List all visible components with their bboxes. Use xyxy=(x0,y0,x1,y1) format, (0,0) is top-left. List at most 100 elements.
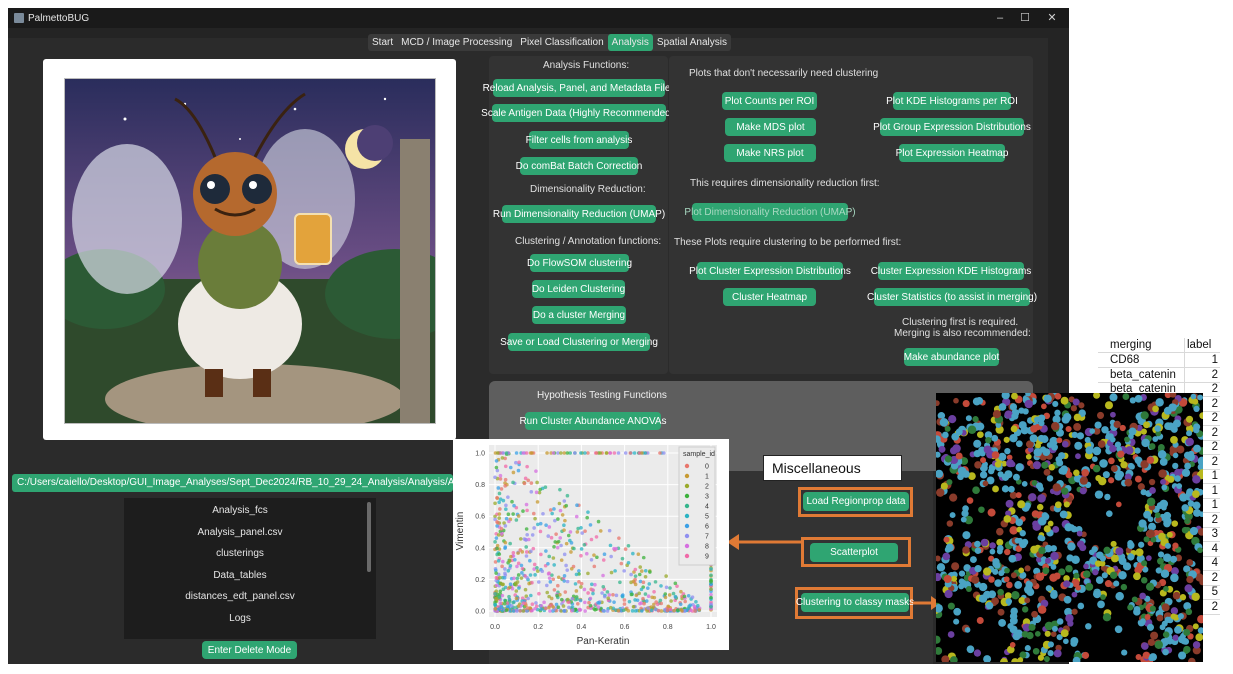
data-point xyxy=(494,465,499,470)
data-point xyxy=(616,608,621,613)
minimize-button[interactable]: – xyxy=(986,8,1014,28)
data-point xyxy=(514,589,519,593)
combat-batch-correction-button[interactable]: Do comBat Batch Correction xyxy=(516,157,642,175)
data-point xyxy=(500,582,505,587)
data-point xyxy=(498,589,503,594)
data-point xyxy=(499,527,504,531)
data-point xyxy=(621,593,625,597)
data-point xyxy=(504,451,509,455)
make-nrs-plot-button[interactable]: Make NRS plot xyxy=(724,144,816,162)
data-point xyxy=(709,567,713,571)
data-point xyxy=(551,556,556,560)
data-point xyxy=(530,580,534,585)
data-point xyxy=(673,581,678,586)
enter-delete-mode-button[interactable]: Enter Delete Mode xyxy=(202,641,297,659)
cluster-merging-button[interactable]: Do a cluster Merging xyxy=(532,306,626,324)
data-point xyxy=(646,606,650,610)
data-point xyxy=(514,460,518,465)
analysis-functions-header: Analysis Functions: xyxy=(543,60,630,71)
data-point xyxy=(589,557,594,562)
data-point xyxy=(611,592,615,597)
filter-cells-button[interactable]: Filter cells from analysis xyxy=(526,131,632,149)
reload-analysis-button[interactable]: Reload Analysis, Panel, and Metadata Fil… xyxy=(483,79,675,97)
tab-start[interactable]: Start xyxy=(368,34,397,51)
tab-mcd-image-processing[interactable]: MCD / Image Processing xyxy=(397,34,516,51)
data-point xyxy=(497,491,502,496)
data-point xyxy=(579,451,583,455)
tab-spatial-analysis[interactable]: Spatial Analysis xyxy=(653,34,731,51)
cluster-heatmap-button[interactable]: Cluster Heatmap xyxy=(723,288,816,306)
data-point xyxy=(501,451,506,455)
maximize-button[interactable]: ☐ xyxy=(1011,8,1039,28)
mascot-illustration xyxy=(64,78,436,424)
data-point xyxy=(592,564,597,569)
scatterplot-button[interactable]: Scatterplot xyxy=(810,543,898,562)
close-button[interactable]: ✕ xyxy=(1038,8,1066,28)
data-point xyxy=(559,558,564,562)
data-point xyxy=(551,577,556,582)
make-abundance-plot-button[interactable]: Make abundance plot xyxy=(904,348,999,366)
data-point xyxy=(523,587,528,592)
leiden-clustering-button[interactable]: Do Leiden Clustering xyxy=(532,280,625,298)
data-point xyxy=(633,574,638,578)
run-anova-button[interactable]: Run Cluster Abundance ANOVAs xyxy=(519,412,667,430)
data-point xyxy=(546,562,550,566)
data-point xyxy=(547,554,552,559)
sheet-row: merging label xyxy=(1098,338,1220,353)
load-regionprop-button[interactable]: Load Regionprop data xyxy=(803,492,909,511)
data-point xyxy=(562,579,567,583)
data-point xyxy=(511,480,515,485)
plot-umap-button[interactable]: Plot Dimensionality Reduction (UMAP) xyxy=(684,203,856,221)
tab-analysis[interactable]: Analysis xyxy=(607,34,653,51)
clustering-to-masks-button[interactable]: Clustering to classy masks xyxy=(796,593,914,612)
file-list[interactable]: Analysis_fcs Analysis_panel.csv clusteri… xyxy=(124,498,376,639)
no-clustering-plots-header: Plots that don't necessarily need cluste… xyxy=(689,68,879,79)
data-point xyxy=(658,598,663,603)
data-point xyxy=(526,596,530,601)
plot-cluster-expression-button[interactable]: Plot Cluster Expression Distributions xyxy=(689,262,851,280)
run-umap-button[interactable]: Run Dimensionality Reduction (UMAP) xyxy=(493,205,665,223)
data-point xyxy=(633,582,638,587)
data-point xyxy=(497,595,502,599)
plot-group-expression-button[interactable]: Plot Group Expression Distributions xyxy=(873,118,1031,136)
data-point xyxy=(547,605,551,610)
file-list-item[interactable]: Analysis_fcs xyxy=(124,500,356,522)
data-point xyxy=(545,583,549,588)
save-load-clustering-button[interactable]: Save or Load Clustering or Merging xyxy=(500,333,658,351)
data-point xyxy=(574,589,579,593)
plot-expression-heatmap-button[interactable]: Plot Expression Heatmap xyxy=(896,144,1008,162)
legend-swatch xyxy=(684,473,690,479)
data-point xyxy=(663,595,668,600)
file-list-item[interactable]: Logs xyxy=(124,608,356,630)
data-point xyxy=(648,570,652,574)
file-list-item[interactable]: clusterings xyxy=(124,543,356,565)
cluster-statistics-button[interactable]: Cluster Statistics (to assist in merging… xyxy=(867,288,1037,306)
data-point xyxy=(567,605,571,610)
data-point xyxy=(524,538,528,542)
data-point xyxy=(618,580,622,585)
flowsom-clustering-button[interactable]: Do FlowSOM clustering xyxy=(527,254,632,272)
make-mds-plot-button[interactable]: Make MDS plot xyxy=(725,118,816,136)
data-point xyxy=(641,596,645,601)
file-list-item[interactable]: distances_edt_panel.csv xyxy=(124,586,356,608)
file-list-item[interactable]: Analysis_panel.csv xyxy=(124,522,356,544)
plot-counts-per-roi-button[interactable]: Plot Counts per ROI xyxy=(722,92,817,110)
file-list-item[interactable]: Data_tables xyxy=(124,565,356,587)
scale-antigen-button[interactable]: Scale Antigen Data (Highly Recommended!) xyxy=(481,104,677,122)
legend-entry: 5 xyxy=(705,514,709,521)
data-point xyxy=(516,551,520,555)
cluster-kde-histograms-button[interactable]: Cluster Expression KDE Histograms xyxy=(871,262,1031,280)
y-tick-label: 0.6 xyxy=(475,514,485,521)
data-point xyxy=(498,477,503,481)
y-tick-label: 0.4 xyxy=(475,545,485,552)
file-list-scrollbar[interactable] xyxy=(367,502,371,572)
data-point xyxy=(518,537,523,541)
data-point xyxy=(497,512,502,516)
data-point xyxy=(553,540,558,544)
plot-kde-histograms-button[interactable]: Plot KDE Histograms per ROI xyxy=(886,92,1018,110)
data-point xyxy=(589,582,594,587)
data-point xyxy=(601,608,606,613)
data-point xyxy=(642,601,646,606)
data-point xyxy=(654,600,658,604)
tab-pixel-classification[interactable]: Pixel Classification xyxy=(516,34,607,51)
